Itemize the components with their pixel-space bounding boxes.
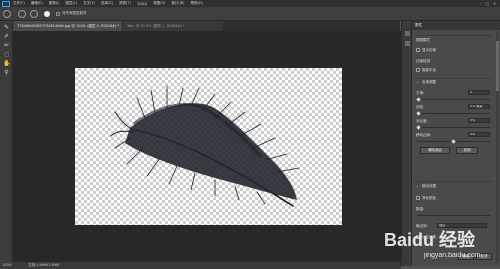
contrast-slider[interactable] [417, 127, 490, 128]
lasso-tool-icon[interactable]: ◌ [3, 51, 10, 58]
menu-help[interactable]: 帮助(H) [191, 1, 203, 6]
contrast-label: 对比度: [416, 119, 428, 123]
feather-field[interactable]: 0.0 像素 [468, 104, 490, 109]
show-edges-checkbox[interactable] [416, 48, 420, 52]
feather-slider-thumb[interactable] [416, 111, 421, 116]
smooth-slider-thumb[interactable] [416, 97, 421, 102]
status-bar: 100% 文档:1.89M/1.89M [0, 262, 401, 269]
smooth-label: 平滑: [416, 91, 425, 95]
menu-layer[interactable]: 图层(L) [65, 1, 77, 6]
smooth-field[interactable]: 0 [468, 90, 490, 95]
menu-file[interactable]: 文件(F) [13, 1, 25, 6]
feather-label: 羽化: [416, 105, 425, 109]
menu-type[interactable]: 文字(Y) [83, 1, 95, 6]
menu-filter[interactable]: 滤镜(T) [119, 1, 131, 6]
global-refine-label: 全局调整 [422, 80, 436, 84]
add-to-selection-icon[interactable] [18, 10, 26, 18]
document-tabs: 778469d54953754614b9b.jpg @ 100% (图层 0, … [13, 21, 400, 31]
history-panel-icon[interactable] [405, 31, 410, 36]
minimize-icon[interactable]: – [478, 1, 483, 6]
watermark-url: jingyan.baidu.com [423, 252, 481, 259]
tab-document-inactive[interactable]: Twin @ 33.3% (图层 1, RGB/8#) * [123, 21, 223, 31]
hand-tool-icon[interactable]: ✋ [3, 60, 10, 67]
menu-window[interactable]: 窗口(W) [171, 1, 184, 6]
zoom-level[interactable]: 100% [2, 263, 12, 267]
chevron-down-icon[interactable]: ⌄ [416, 184, 419, 188]
toolbar: ✎ ✐ ✏ ◌ ✋ ⚲ [0, 21, 13, 266]
decontaminate-checkbox[interactable] [416, 196, 420, 200]
menu-view[interactable]: 视图(V) [153, 1, 165, 6]
close-icon[interactable]: × [492, 1, 497, 6]
baidu-watermark: Baidu 经验 jingyan.baidu.com [382, 226, 500, 260]
amount-slider[interactable] [417, 215, 490, 216]
watermark-logo-text: Baidu 经验 [384, 229, 476, 250]
decontaminate-label: 净化颜色 [422, 196, 436, 200]
properties-panel-icon[interactable] [405, 41, 410, 46]
menu-select[interactable]: 选择(S) [101, 1, 113, 6]
panel-scrollbar-thumb[interactable] [496, 41, 499, 91]
panel-header: 属性 [412, 21, 500, 30]
contrast-field[interactable]: 0% [468, 118, 490, 123]
show-edges-label: 显示边缘 [422, 48, 436, 52]
shift-edge-field[interactable]: 0% [468, 132, 490, 137]
separator [415, 181, 493, 182]
document-size: 文档:1.89M/1.89M [28, 263, 59, 267]
menu-edit[interactable]: 编辑(E) [31, 1, 43, 6]
subtract-from-selection-icon[interactable] [30, 10, 38, 18]
brush-size-icon[interactable] [44, 11, 50, 17]
panel-title: 属性 [415, 23, 422, 27]
invert-button[interactable]: 反相 [456, 147, 478, 154]
view-mode-label: 视图模式 [416, 38, 430, 42]
separator [415, 35, 493, 36]
photoshop-logo-icon[interactable] [2, 0, 10, 7]
sample-all-layers-checkbox[interactable] [56, 12, 60, 16]
chevron-down-icon[interactable]: ⌄ [416, 80, 419, 84]
zoom-tool-icon[interactable]: ⚲ [3, 69, 10, 76]
menu-bar: 文件(F) 编辑(E) 图像(I) 图层(L) 文字(Y) 选择(S) 滤镜(T… [0, 0, 500, 7]
sample-all-layers-label: 对所有图层取样 [62, 11, 87, 15]
maximize-icon[interactable]: □ [485, 1, 490, 6]
contrast-slider-thumb[interactable] [416, 125, 421, 130]
menu-image[interactable]: 图像(I) [49, 1, 60, 6]
output-settings-label: 输出设置 [422, 184, 436, 188]
refine-edge-brush-icon[interactable]: ✐ [3, 33, 10, 40]
feather-image [110, 85, 300, 207]
document-canvas[interactable] [75, 68, 342, 225]
edge-detection-label: 边缘检测 [416, 59, 430, 63]
shift-edge-slider-thumb[interactable] [451, 139, 456, 144]
amount-label: 数量: [416, 207, 425, 211]
menu-3d[interactable]: 3D(D) [137, 2, 147, 6]
brush-tool-icon[interactable]: ✏ [3, 42, 10, 49]
quick-selection-tool-icon[interactable]: ✎ [3, 24, 10, 31]
feather-slider[interactable] [417, 113, 490, 114]
options-bar: 对所有图层取样 [0, 7, 500, 21]
smooth-slider[interactable] [417, 99, 490, 100]
canvas-area[interactable] [13, 31, 401, 262]
smart-radius-checkbox[interactable] [416, 68, 420, 72]
clear-selection-button[interactable]: 清除选区 [420, 147, 450, 154]
separator [415, 78, 493, 79]
tool-preset-icon[interactable] [3, 10, 11, 18]
smart-radius-label: 智能半径 [422, 68, 436, 72]
shift-edge-label: 移动边缘: [416, 133, 432, 137]
tab-document-active[interactable]: 778469d54953754614b9b.jpg @ 100% (图层 0, … [13, 21, 122, 31]
